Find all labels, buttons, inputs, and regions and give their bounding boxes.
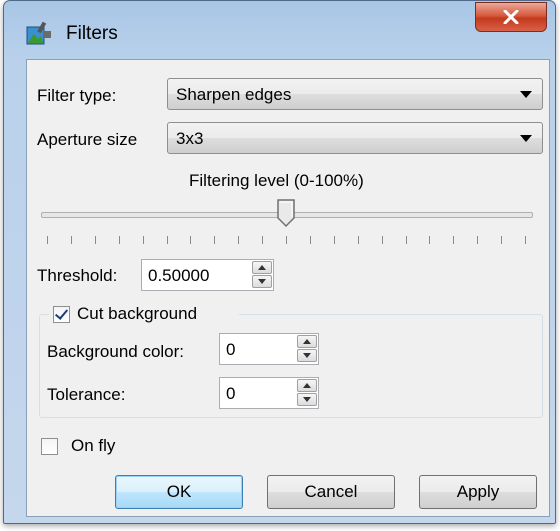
tolerance-spinbox[interactable]: 0 (219, 377, 319, 409)
window-title: Filters (66, 23, 118, 44)
tolerance-label: Tolerance: (47, 385, 126, 404)
chevron-down-icon (520, 135, 532, 142)
filtering-level-ticks (41, 236, 531, 246)
slider-tick (382, 236, 383, 244)
cut-background-label: Cut background (77, 304, 198, 323)
slider-tick (477, 236, 478, 244)
cut-background-checkbox[interactable] (53, 306, 70, 323)
threshold-up-button[interactable] (252, 261, 272, 274)
threshold-spinbox[interactable]: 0.50000 (141, 259, 274, 291)
filtering-level-slider-thumb[interactable] (276, 198, 296, 228)
threshold-down-button[interactable] (252, 275, 272, 288)
background-color-value: 0 (226, 340, 236, 359)
slider-tick (71, 236, 72, 244)
slider-tick (190, 236, 191, 244)
close-button[interactable] (475, 2, 547, 32)
slider-tick (453, 236, 454, 244)
slider-tick (262, 236, 263, 244)
tolerance-value: 0 (226, 384, 236, 403)
cancel-button[interactable]: Cancel (267, 475, 395, 509)
dialog-body: Filter type: Sharpen edges Aperture size… (26, 59, 550, 517)
chevron-down-icon (520, 91, 532, 98)
ok-button[interactable]: OK (115, 475, 243, 509)
slider-tick (47, 236, 48, 244)
slider-tick (501, 236, 502, 244)
slider-tick (119, 236, 120, 244)
close-icon (503, 10, 519, 24)
slider-tick (358, 236, 359, 244)
background-color-up-button[interactable] (297, 335, 317, 348)
filter-type-label: Filter type: (37, 86, 117, 105)
cut-background-header: Cut background (49, 304, 239, 326)
background-color-spinbox[interactable]: 0 (219, 333, 319, 365)
title-bar[interactable]: Filters (4, 1, 555, 57)
tolerance-down-button[interactable] (297, 393, 317, 406)
aperture-size-label: Aperture size (37, 130, 138, 149)
aperture-size-value: 3x3 (176, 129, 204, 148)
filter-type-value: Sharpen edges (176, 85, 292, 104)
slider-tick (214, 236, 215, 244)
aperture-size-select[interactable]: 3x3 (167, 122, 543, 154)
filter-type-select[interactable]: Sharpen edges (167, 78, 543, 110)
slider-tick (406, 236, 407, 244)
slider-tick (310, 236, 311, 244)
slider-tick (143, 236, 144, 244)
background-color-down-button[interactable] (297, 349, 317, 362)
app-icon (26, 21, 51, 45)
slider-tick (167, 236, 168, 244)
filters-dialog: Filters Filter type: Sharpen edges Apert… (3, 0, 556, 524)
threshold-label: Threshold: (37, 266, 118, 285)
on-fly-label: On fly (71, 436, 116, 455)
slider-tick (95, 236, 96, 244)
slider-tick (525, 236, 526, 244)
background-color-label: Background color: (47, 342, 185, 361)
apply-button[interactable]: Apply (419, 475, 537, 509)
slider-tick (286, 236, 287, 244)
filtering-level-label: Filtering level (0-100%) (189, 171, 364, 190)
tolerance-up-button[interactable] (297, 379, 317, 392)
slider-tick (429, 236, 430, 244)
on-fly-checkbox[interactable] (41, 438, 58, 455)
threshold-value: 0.50000 (148, 266, 210, 285)
slider-tick (238, 236, 239, 244)
slider-tick (334, 236, 335, 244)
